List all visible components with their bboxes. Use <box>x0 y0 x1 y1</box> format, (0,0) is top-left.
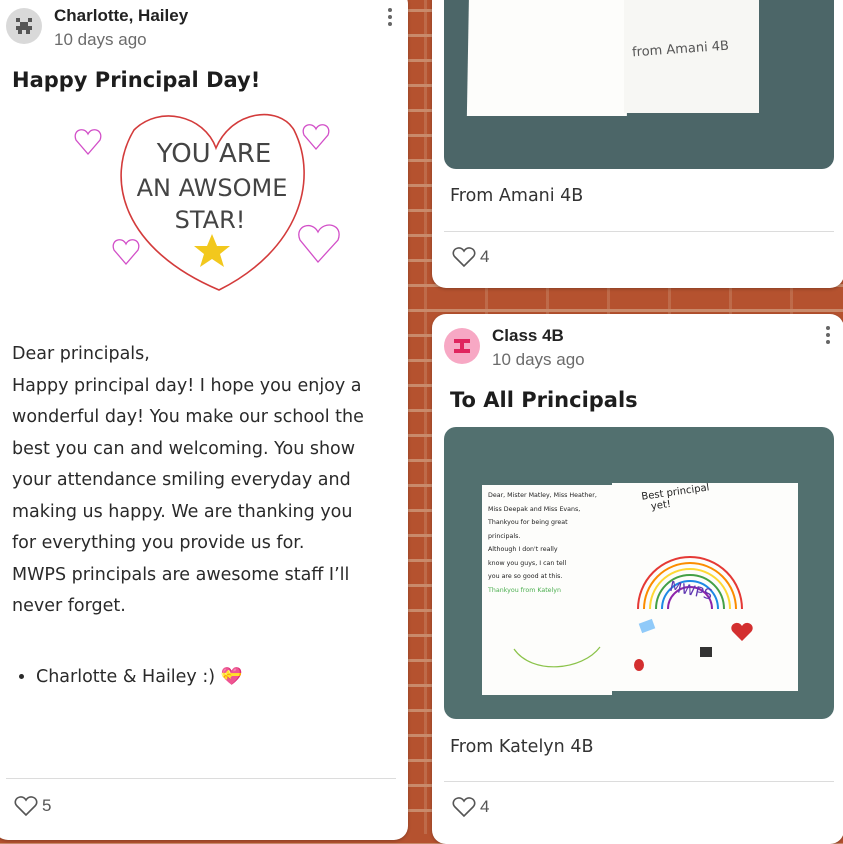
card-divider <box>444 781 834 782</box>
signature-list: Charlotte & Hailey :) 💝 <box>0 662 242 692</box>
letter-line: you are so good at this. <box>488 573 563 580</box>
card-divider <box>444 231 834 232</box>
body-line: for everything you provide us for. <box>12 533 305 553</box>
drawing-text-line-2: AN AWSOME <box>137 174 288 202</box>
post-timestamp: 10 days ago <box>54 30 147 49</box>
post-card-amani: from Amani 4B From Amani 4B 4 <box>432 0 843 288</box>
post-photo-amani-card[interactable]: from Amani 4B <box>444 0 834 169</box>
rainbow-drawing: MWPS <box>637 556 743 610</box>
post-title: Happy Principal Day! <box>12 68 261 92</box>
paper-left <box>466 0 630 116</box>
smile-drawing <box>513 646 601 668</box>
letter-line: know you guys, I can tell <box>488 559 567 567</box>
body-line: best you can and welcoming. You show <box>12 438 356 459</box>
author-avatar[interactable] <box>444 328 480 364</box>
letter-line: Dear, Mister Matley, Miss Heather, <box>488 492 597 499</box>
heart-outline-icon <box>452 247 476 268</box>
red-heart-sticker <box>731 622 753 641</box>
body-line: wonderful day! You make our school the <box>12 407 364 427</box>
post-menu-button[interactable] <box>388 8 394 26</box>
body-line: Dear principals, <box>12 344 150 364</box>
body-line: your attendance smiling everyday and <box>12 470 351 490</box>
like-button[interactable]: 4 <box>452 796 489 818</box>
author-name[interactable]: Class 4B <box>492 326 564 346</box>
heart-outline-icon <box>14 796 38 817</box>
apple-sticker <box>634 659 644 671</box>
card-divider <box>6 778 396 779</box>
post-menu-button[interactable] <box>826 326 832 344</box>
card-right-text: Best principal yet! <box>641 482 712 513</box>
card-left-page: Dear, Mister Matley, Miss Heather, Miss … <box>482 485 612 695</box>
card-right-page: Best principal yet! MWPS <box>612 482 798 691</box>
post-timestamp: 10 days ago <box>492 350 585 369</box>
post-card-charlotte-hailey: Charlotte, Hailey 10 days ago Happy Prin… <box>0 0 408 840</box>
post-photo-katelyn-card[interactable]: Dear, Mister Matley, Miss Heather, Miss … <box>444 427 834 719</box>
book-sticker <box>638 618 656 634</box>
letter-line: Although I don't really <box>488 546 558 553</box>
signature-item: Charlotte & Hailey :) 💝 <box>36 662 242 692</box>
letter-line: principals. <box>488 532 521 540</box>
post-title: To All Principals <box>450 388 638 412</box>
like-count: 5 <box>42 796 52 815</box>
letter-line: Thankyou from Katelyn <box>488 586 562 594</box>
pixel-avatar-icon <box>454 339 470 353</box>
like-count: 4 <box>480 797 490 816</box>
heart-outline-icon <box>452 797 476 818</box>
post-body: Dear principals, Happy principal day! I … <box>12 339 364 623</box>
author-name[interactable]: Charlotte, Hailey <box>54 6 188 26</box>
photo-handwriting: from Amani 4B <box>631 38 730 61</box>
post-card-class-4b: Class 4B 10 days ago To All Principals D… <box>432 314 843 844</box>
body-line: MWPS principals are awesome staff I’ll <box>12 564 350 585</box>
drawing-text-line-3: STAR! <box>175 206 246 234</box>
post-caption: From Amani 4B <box>450 186 584 206</box>
body-line: never forget. <box>12 596 126 616</box>
like-button[interactable]: 5 <box>14 795 51 817</box>
like-count: 4 <box>480 247 490 266</box>
letter-text: Dear, Mister Matley, Miss Heather, Miss … <box>488 489 597 597</box>
gift-sticker <box>700 647 712 657</box>
letter-line: Miss Deepak and Miss Evans, <box>488 505 581 513</box>
post-caption: From Katelyn 4B <box>450 737 594 757</box>
pixel-avatar-icon <box>16 18 32 34</box>
body-line: Happy principal day! I hope you enjoy a <box>12 375 362 396</box>
like-button[interactable]: 4 <box>452 246 489 268</box>
paper-right: from Amani 4B <box>624 0 759 113</box>
body-line: making us happy. We are thanking you <box>12 501 353 522</box>
heart-drawing-image: YOU ARE AN AWSOME STAR! <box>74 113 340 291</box>
drawing-text-line-1: YOU ARE <box>156 139 272 169</box>
author-avatar[interactable] <box>6 8 42 44</box>
letter-line: Thankyou for being great <box>488 519 568 526</box>
rainbow-text: MWPS <box>668 579 714 604</box>
